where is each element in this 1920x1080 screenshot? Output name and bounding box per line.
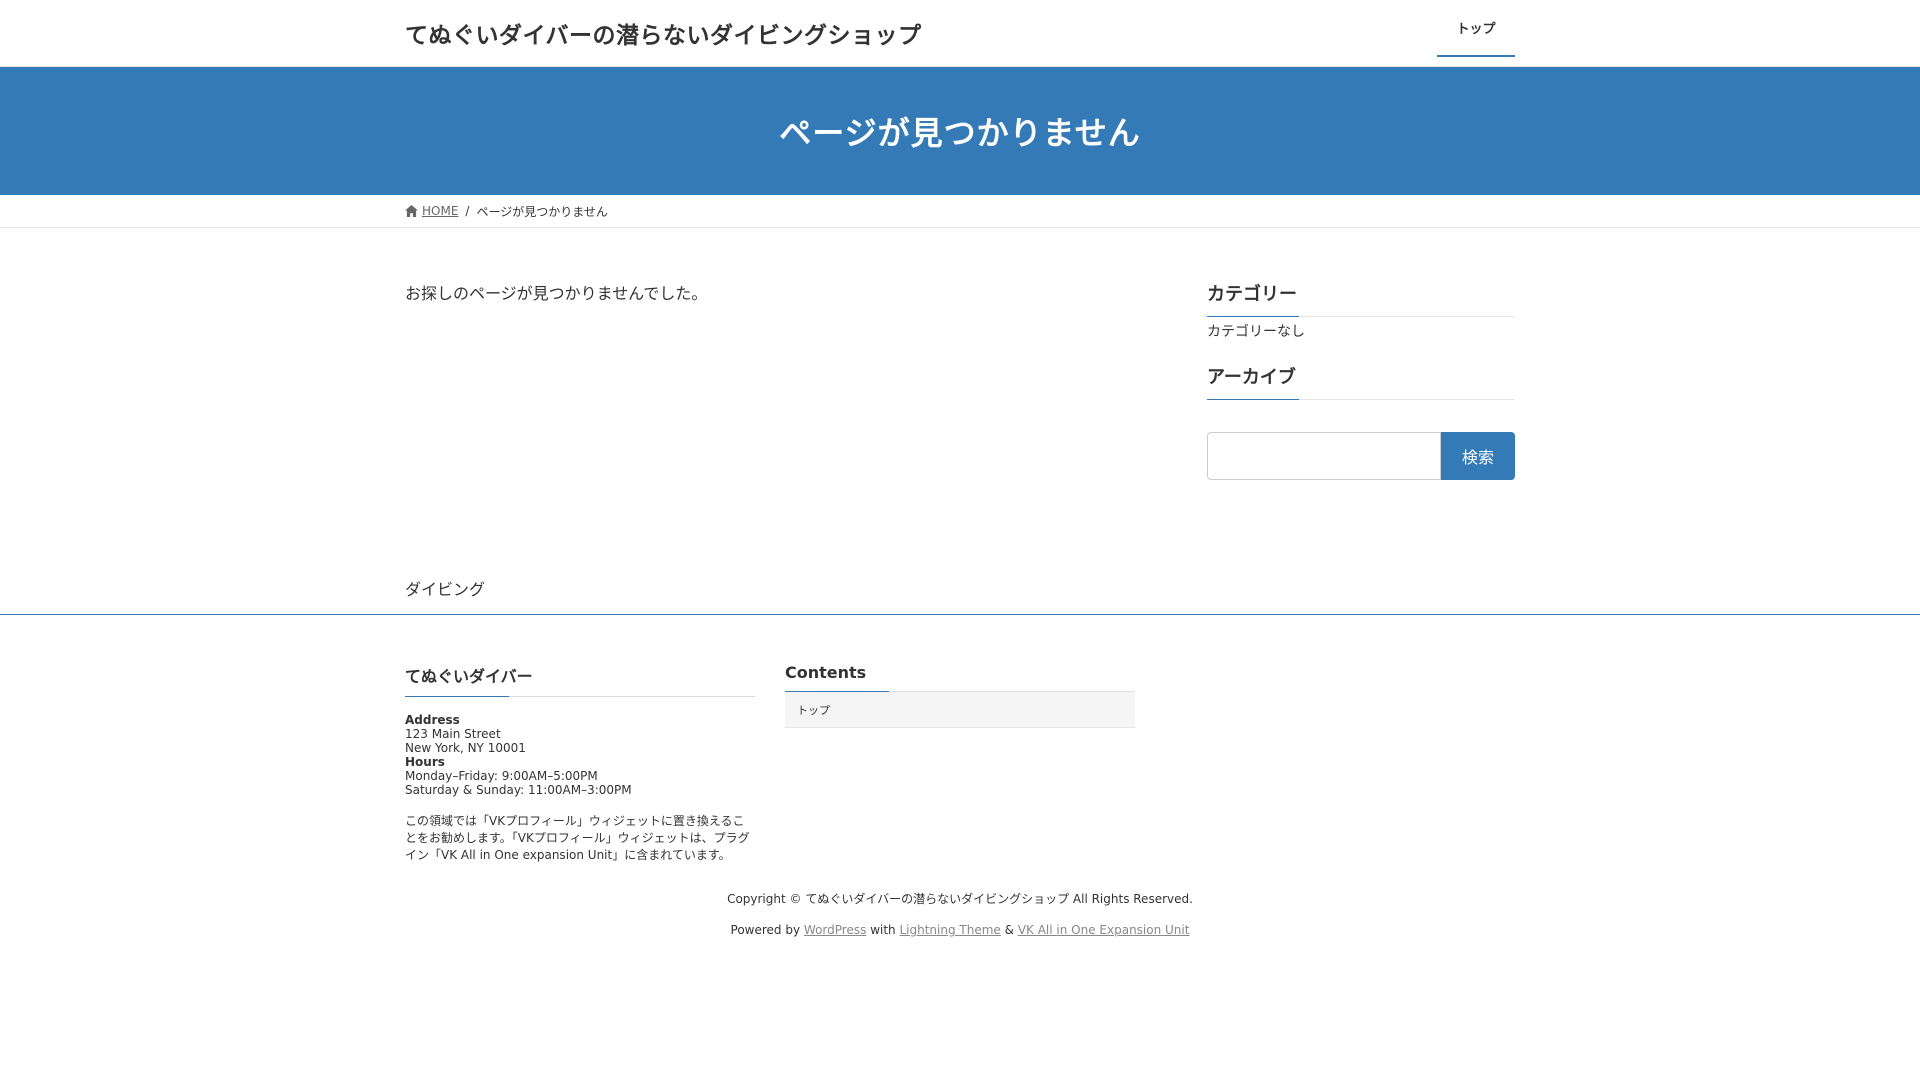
footer-contents-widget: Contents トップ [785, 663, 1135, 864]
wordpress-link[interactable]: WordPress [804, 923, 866, 937]
footer-profile-widget: てぬぐいダイバー Address 123 Main Street New Yor… [405, 663, 755, 864]
categories-title: カテゴリー [1207, 280, 1515, 317]
main-content: お探しのページが見つかりませんでした。 [405, 280, 1165, 480]
main-section: お探しのページが見つかりませんでした。 カテゴリー カテゴリーなし アーカイブ … [0, 228, 1920, 480]
vk-expansion-unit-link[interactable]: VK All in One Expansion Unit [1018, 923, 1190, 937]
breadcrumb-current: ページが見つかりません [476, 204, 608, 219]
address-label: Address [405, 713, 460, 727]
powered-with: with [870, 923, 896, 937]
breadcrumb: HOME / ページが見つかりません [0, 195, 1920, 228]
categories-widget: カテゴリー カテゴリーなし [1207, 280, 1515, 341]
nav-item-top[interactable]: トップ [1437, 0, 1515, 57]
breadcrumb-home-label: HOME [422, 204, 459, 218]
hours-line-2: Saturday & Sunday: 11:00AM–3:00PM [405, 783, 632, 797]
hours-label: Hours [405, 755, 445, 769]
archives-widget: アーカイブ [1207, 363, 1515, 400]
site-title[interactable]: てぬぐいダイバーの潜らないダイビングショップ [405, 16, 922, 50]
copyright: Copyright © てぬぐいダイバーの潜らないダイビングショップ All R… [727, 892, 1193, 906]
address-line-1: 123 Main Street [405, 727, 501, 741]
search-input[interactable] [1207, 432, 1441, 480]
page-header: ページが見つかりません [0, 67, 1920, 195]
hours-line-1: Monday–Friday: 9:00AM–5:00PM [405, 769, 598, 783]
breadcrumb-home-link[interactable]: HOME [405, 204, 458, 218]
powered-by: Powered by WordPress with Lightning Them… [0, 923, 1920, 937]
home-icon [405, 205, 418, 217]
profile-description: この領域では「VKプロフィール」ウィジェットに置き換えることをお勧めします。「V… [405, 814, 750, 862]
pre-footer-text: ダイビング [405, 580, 486, 599]
site-footer: てぬぐいダイバー Address 123 Main Street New Yor… [0, 615, 1920, 937]
search-button[interactable]: 検索 [1441, 432, 1515, 480]
search-form: 検索 [1207, 432, 1515, 480]
sidebar: カテゴリー カテゴリーなし アーカイブ 検索 [1207, 280, 1515, 480]
page-title: ページが見つかりません [779, 114, 1141, 152]
archives-title: アーカイブ [1207, 363, 1515, 400]
powered-prefix: Powered by [730, 923, 801, 937]
pre-footer: ダイビング [0, 576, 1920, 615]
footer-contents-title: Contents [785, 663, 1135, 692]
profile-info: Address 123 Main Street New York, NY 100… [405, 713, 755, 797]
address-line-2: New York, NY 10001 [405, 741, 526, 755]
breadcrumb-separator: / [465, 204, 470, 218]
global-nav: トップ [1437, 0, 1515, 66]
categories-empty-text: カテゴリーなし [1207, 324, 1305, 340]
not-found-message: お探しのページが見つかりませんでした。 [405, 284, 708, 303]
site-header: てぬぐいダイバーの潜らないダイビングショップ トップ [0, 0, 1920, 67]
footer-profile-title: てぬぐいダイバー [405, 663, 755, 697]
powered-amp: & [1004, 923, 1014, 937]
footer-menu-item-top[interactable]: トップ [785, 692, 1135, 728]
lightning-theme-link[interactable]: Lightning Theme [899, 923, 1000, 937]
